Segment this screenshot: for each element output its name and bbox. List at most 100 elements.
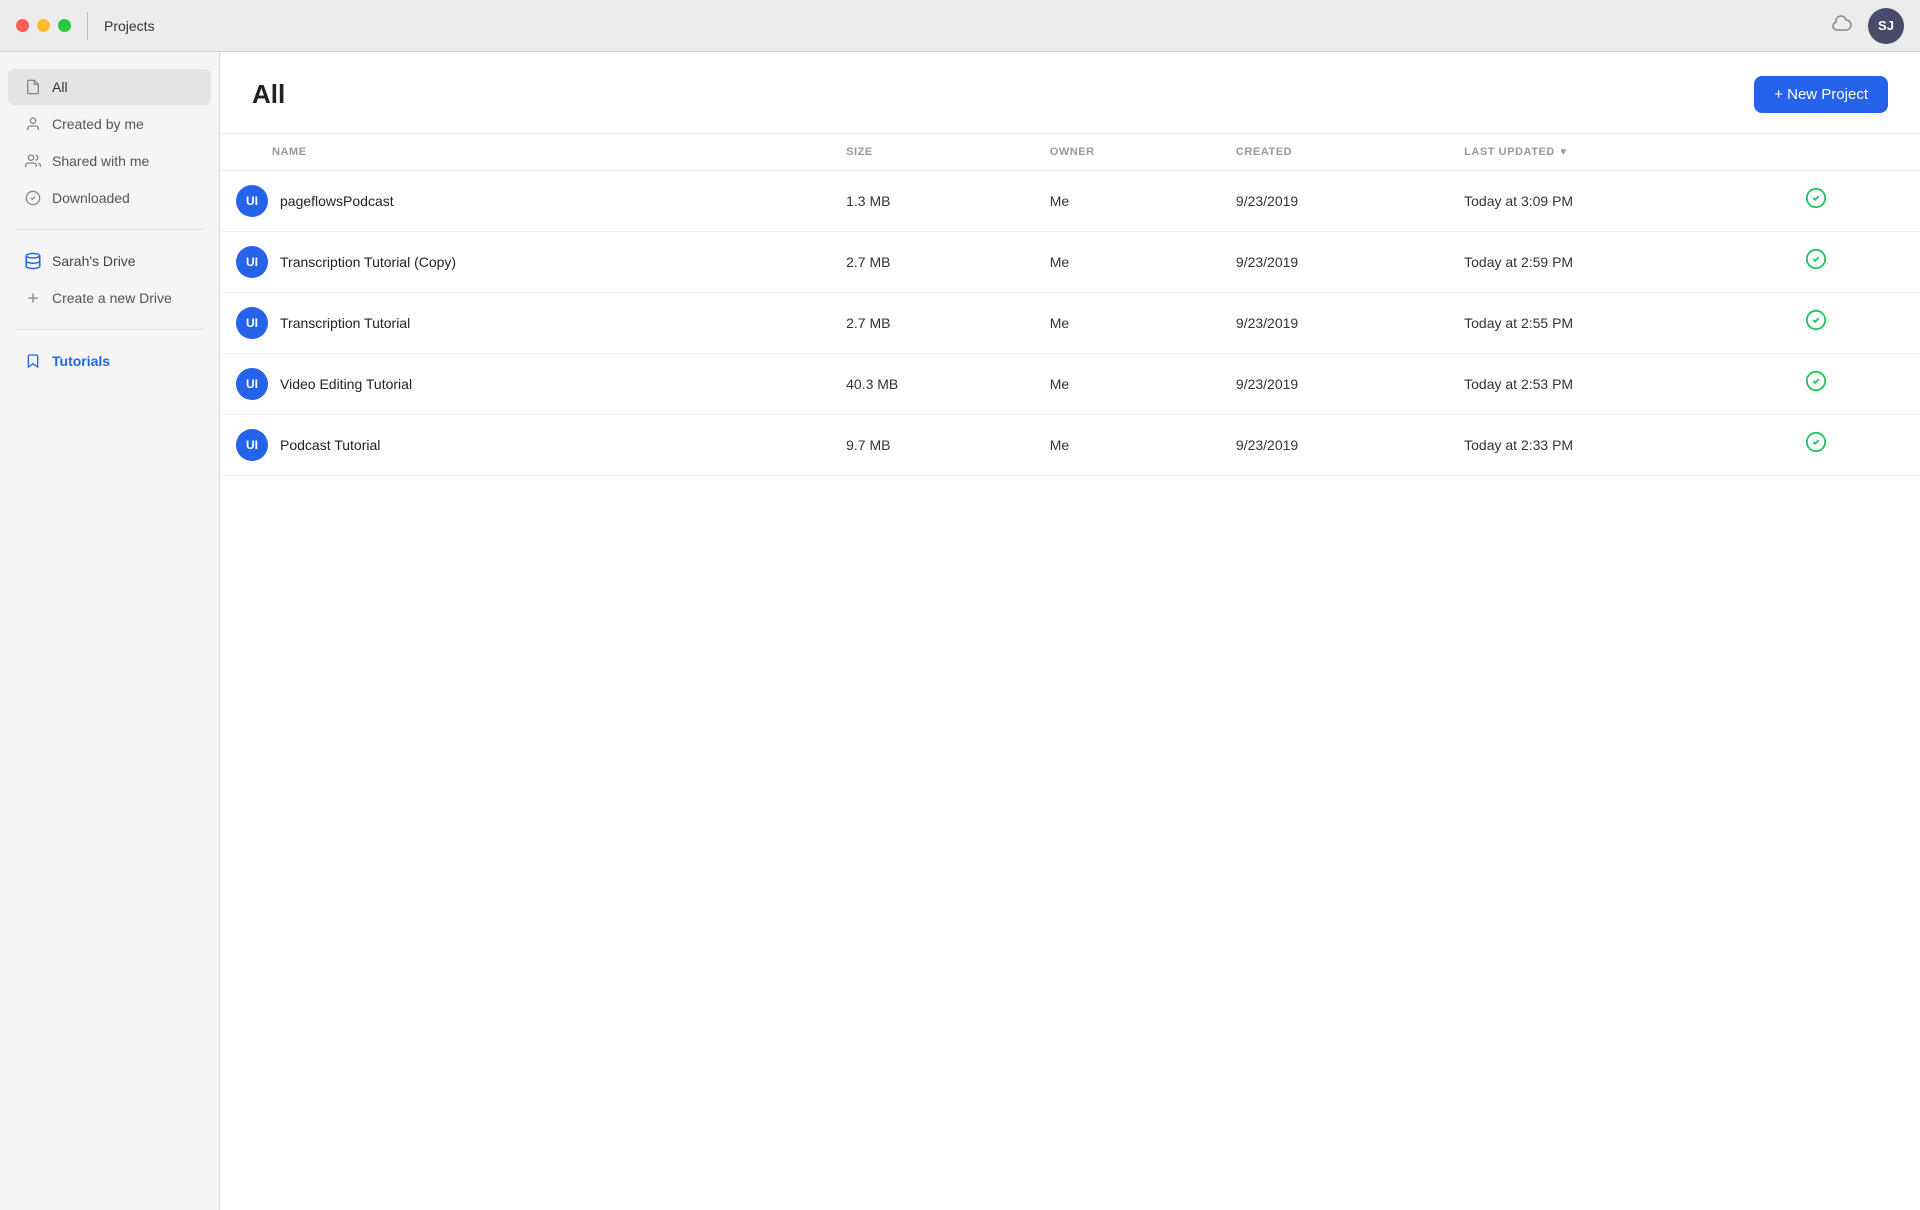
- cell-owner-0: Me: [1034, 171, 1220, 232]
- cell-size-0: 1.3 MB: [830, 171, 1034, 232]
- titlebar-actions: SJ: [1830, 8, 1904, 44]
- titlebar: Projects SJ: [0, 0, 1920, 52]
- cell-status-3: [1789, 354, 1920, 415]
- cell-status-0: [1789, 171, 1920, 232]
- project-name-0: pageflowsPodcast: [280, 193, 394, 209]
- drive-icon: [24, 252, 42, 270]
- table-row[interactable]: UI Podcast Tutorial 9.7 MB Me 9/23/2019 …: [220, 415, 1920, 476]
- synced-icon-3: [1805, 375, 1827, 397]
- project-name-3: Video Editing Tutorial: [280, 376, 412, 392]
- cell-status-4: [1789, 415, 1920, 476]
- cell-created-4: 9/23/2019: [1220, 415, 1448, 476]
- cell-last-updated-0: Today at 3:09 PM: [1448, 171, 1789, 232]
- sidebar-item-downloaded[interactable]: Downloaded: [8, 180, 211, 216]
- table-row[interactable]: UI Transcription Tutorial 2.7 MB Me 9/23…: [220, 293, 1920, 354]
- check-circle-icon: [24, 189, 42, 207]
- cell-status-1: [1789, 232, 1920, 293]
- table-body: UI pageflowsPodcast 1.3 MB Me 9/23/2019 …: [220, 171, 1920, 476]
- cell-created-3: 9/23/2019: [1220, 354, 1448, 415]
- cell-name-1: UI Transcription Tutorial (Copy): [220, 232, 830, 293]
- traffic-lights: [16, 19, 71, 32]
- bookmark-icon: [24, 352, 42, 370]
- sort-arrow-icon: ▼: [1558, 147, 1568, 158]
- titlebar-title: Projects: [104, 18, 155, 34]
- cell-owner-2: Me: [1034, 293, 1220, 354]
- synced-icon-4: [1805, 436, 1827, 458]
- sidebar-downloaded-label: Downloaded: [52, 190, 130, 206]
- plus-icon: [24, 289, 42, 307]
- cell-last-updated-2: Today at 2:55 PM: [1448, 293, 1789, 354]
- synced-icon-0: [1805, 192, 1827, 214]
- sidebar-item-shared-with-me[interactable]: Shared with me: [8, 143, 211, 179]
- cell-created-2: 9/23/2019: [1220, 293, 1448, 354]
- cell-name-4: UI Podcast Tutorial: [220, 415, 830, 476]
- cell-owner-4: Me: [1034, 415, 1220, 476]
- projects-table: NAME SIZE OWNER CREATED LAST UPDATED: [220, 134, 1920, 476]
- col-header-last-updated: LAST UPDATED ▼: [1448, 134, 1789, 171]
- col-header-name: NAME: [220, 134, 830, 171]
- sidebar-top-section: All Created by me: [0, 64, 219, 221]
- sidebar-all-label: All: [52, 79, 68, 95]
- minimize-button[interactable]: [37, 19, 50, 32]
- cell-name-2: UI Transcription Tutorial: [220, 293, 830, 354]
- project-icon-2: UI: [236, 307, 268, 339]
- file-icon: [24, 78, 42, 96]
- table-row[interactable]: UI pageflowsPodcast 1.3 MB Me 9/23/2019 …: [220, 171, 1920, 232]
- page-title: All: [252, 79, 285, 110]
- maximize-button[interactable]: [58, 19, 71, 32]
- cell-owner-1: Me: [1034, 232, 1220, 293]
- cloud-icon[interactable]: [1830, 11, 1854, 40]
- projects-table-container: NAME SIZE OWNER CREATED LAST UPDATED: [220, 134, 1920, 1210]
- col-header-size: SIZE: [830, 134, 1034, 171]
- project-name-4: Podcast Tutorial: [280, 437, 380, 453]
- cell-status-2: [1789, 293, 1920, 354]
- sidebar-item-tutorials[interactable]: Tutorials: [8, 343, 211, 379]
- sidebar-drive-section: Sarah's Drive Create a new Drive: [0, 238, 219, 321]
- cell-name-3: UI Video Editing Tutorial: [220, 354, 830, 415]
- project-icon-3: UI: [236, 368, 268, 400]
- main-content: All + New Project NAME SIZE OWNER: [220, 52, 1920, 1210]
- sidebar-item-created-by-me[interactable]: Created by me: [8, 106, 211, 142]
- project-icon-1: UI: [236, 246, 268, 278]
- sidebar-pinned-section: Tutorials: [0, 338, 219, 384]
- sarahs-drive-label: Sarah's Drive: [52, 253, 136, 269]
- sidebar-divider-2: [16, 329, 203, 330]
- sidebar: All Created by me: [0, 52, 220, 1210]
- shared-icon: [24, 152, 42, 170]
- sidebar-item-sarahs-drive[interactable]: Sarah's Drive: [8, 243, 211, 279]
- cell-created-1: 9/23/2019: [1220, 232, 1448, 293]
- table-header: NAME SIZE OWNER CREATED LAST UPDATED: [220, 134, 1920, 171]
- cell-last-updated-3: Today at 2:53 PM: [1448, 354, 1789, 415]
- cell-last-updated-4: Today at 2:33 PM: [1448, 415, 1789, 476]
- synced-icon-2: [1805, 314, 1827, 336]
- cell-owner-3: Me: [1034, 354, 1220, 415]
- create-drive-label: Create a new Drive: [52, 290, 172, 306]
- avatar[interactable]: SJ: [1868, 8, 1904, 44]
- cell-size-2: 2.7 MB: [830, 293, 1034, 354]
- project-icon-0: UI: [236, 185, 268, 217]
- content-header: All + New Project: [220, 52, 1920, 134]
- new-project-button[interactable]: + New Project: [1754, 76, 1888, 113]
- cell-size-3: 40.3 MB: [830, 354, 1034, 415]
- cell-name-0: UI pageflowsPodcast: [220, 171, 830, 232]
- cell-size-1: 2.7 MB: [830, 232, 1034, 293]
- close-button[interactable]: [16, 19, 29, 32]
- table-row[interactable]: UI Video Editing Tutorial 40.3 MB Me 9/2…: [220, 354, 1920, 415]
- cell-created-0: 9/23/2019: [1220, 171, 1448, 232]
- col-header-owner: OWNER: [1034, 134, 1220, 171]
- sidebar-created-label: Created by me: [52, 116, 144, 132]
- sidebar-item-create-drive[interactable]: Create a new Drive: [8, 280, 211, 316]
- cell-size-4: 9.7 MB: [830, 415, 1034, 476]
- project-icon-4: UI: [236, 429, 268, 461]
- sidebar-shared-label: Shared with me: [52, 153, 149, 169]
- cell-last-updated-1: Today at 2:59 PM: [1448, 232, 1789, 293]
- col-header-created: CREATED: [1220, 134, 1448, 171]
- app-container: All Created by me: [0, 52, 1920, 1210]
- project-name-2: Transcription Tutorial: [280, 315, 410, 331]
- col-header-status: [1789, 134, 1920, 171]
- table-row[interactable]: UI Transcription Tutorial (Copy) 2.7 MB …: [220, 232, 1920, 293]
- synced-icon-1: [1805, 253, 1827, 275]
- tutorials-label: Tutorials: [52, 353, 110, 369]
- sidebar-item-all[interactable]: All: [8, 69, 211, 105]
- user-file-icon: [24, 115, 42, 133]
